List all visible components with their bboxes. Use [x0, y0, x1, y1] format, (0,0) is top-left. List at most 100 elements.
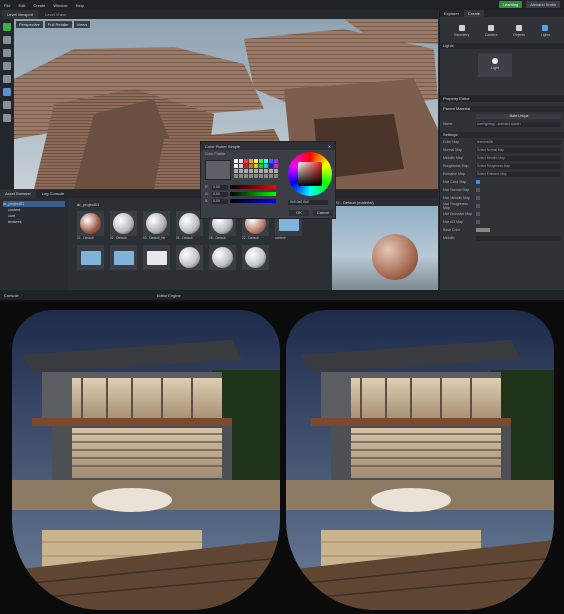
- saturation-square[interactable]: [298, 162, 322, 186]
- use-metallic-map-checkbox[interactable]: [476, 196, 480, 200]
- asset-item[interactable]: 01 - Default: [77, 211, 104, 241]
- settings-icon[interactable]: [3, 114, 11, 122]
- menu-edit[interactable]: Edit: [18, 3, 25, 8]
- camera-icon[interactable]: [3, 101, 11, 109]
- asset-name: [77, 270, 104, 275]
- material-preview-sphere: [372, 234, 418, 280]
- views-dropdown[interactable]: Views: [73, 21, 91, 28]
- tab-explorer[interactable]: Explorer: [440, 10, 463, 17]
- tab-level-view[interactable]: Level Vhew: [40, 10, 71, 19]
- create-lights[interactable]: Lights: [541, 25, 550, 37]
- use-ao-map-checkbox[interactable]: [476, 220, 480, 224]
- viewport-toolbar: Perspective Full Render Views: [14, 19, 92, 30]
- menu-help[interactable]: Help: [76, 3, 84, 8]
- menu-file[interactable]: File: [4, 3, 10, 8]
- normal-map-field[interactable]: Select Normal Map: [476, 147, 561, 153]
- use-roughness-map-checkbox[interactable]: [476, 204, 480, 208]
- asset-name: 02 - Default: [110, 236, 127, 240]
- red-value[interactable]: 0.00: [212, 184, 228, 190]
- ok-button[interactable]: OK: [289, 210, 309, 216]
- tab-create[interactable]: Create: [463, 10, 484, 17]
- light-bulb-icon: [492, 58, 498, 64]
- snap-icon[interactable]: [3, 88, 11, 96]
- asset-item[interactable]: 03 - Default_tile: [143, 211, 170, 241]
- user-menu[interactable]: Alexand Smith: [526, 1, 560, 8]
- light-tile[interactable]: Light: [478, 53, 512, 77]
- menu-create[interactable]: Create: [33, 3, 45, 8]
- use-color-map-checkbox[interactable]: [476, 180, 480, 184]
- name-field[interactable]: core/lighting/...standard.shader: [476, 121, 561, 127]
- property-row: Use Emissive Map: [440, 210, 564, 218]
- move-icon[interactable]: [3, 36, 11, 44]
- create-geometry[interactable]: Geometry: [454, 25, 469, 37]
- color-picker-titlebar[interactable]: Color Picker Simple ✕: [201, 142, 335, 150]
- render-mode-dropdown[interactable]: Full Render: [44, 21, 72, 28]
- asset-name: 04 - Default: [176, 236, 193, 240]
- scale-icon[interactable]: [3, 62, 11, 70]
- asset-thumbnail: [77, 245, 104, 270]
- play-icon[interactable]: [3, 23, 11, 31]
- editor-window: File Edit Create Window Help Learning Al…: [0, 0, 564, 300]
- material-sphere-icon: [245, 247, 266, 268]
- current-color-swatch: [205, 160, 231, 180]
- lights-section-header[interactable]: Lights: [440, 43, 564, 49]
- left-eye-render: [12, 310, 280, 610]
- asset-item[interactable]: 04 - Default: [176, 211, 203, 241]
- use-normal-map-checkbox[interactable]: [476, 188, 480, 192]
- console-tab[interactable]: Console: [4, 293, 19, 298]
- asset-item[interactable]: [176, 245, 203, 275]
- blue-slider[interactable]: [230, 199, 276, 203]
- cancel-button[interactable]: Cancel: [313, 210, 333, 216]
- tab-level-viewport[interactable]: Level Viewport: [2, 10, 39, 19]
- create-camera[interactable]: Camera: [485, 25, 497, 37]
- asset-thumbnail: [176, 245, 203, 270]
- make-unique-button[interactable]: Make Unique: [476, 113, 561, 119]
- red-slider[interactable]: [230, 185, 276, 189]
- learning-button[interactable]: Learning: [498, 1, 523, 8]
- metallic-field[interactable]: [476, 235, 561, 241]
- asset-item[interactable]: 02 - Default: [110, 211, 137, 241]
- base-color-swatch[interactable]: [476, 228, 490, 232]
- property-row: Use AO Map: [440, 218, 564, 226]
- green-value[interactable]: 0.00: [212, 191, 228, 197]
- rotate-icon[interactable]: [3, 49, 11, 57]
- rgb-sliders: R 0.00 G 0.00 B 0.00: [205, 184, 283, 205]
- color-wheel[interactable]: [288, 152, 332, 196]
- use-emissive-map-checkbox[interactable]: [476, 212, 480, 216]
- viewport-tabs: Level Viewport Level Vhew: [0, 10, 438, 19]
- material-sphere-icon: [179, 247, 200, 268]
- tree-item-textures[interactable]: textures: [3, 219, 65, 225]
- tab-asset-browser[interactable]: Asset Browser: [0, 190, 36, 198]
- menu-window[interactable]: Window: [53, 3, 67, 8]
- color-palette[interactable]: [234, 159, 278, 185]
- blue-value[interactable]: 0.00: [212, 198, 228, 204]
- camera-icon: [488, 25, 495, 31]
- preview-scene[interactable]: [332, 206, 438, 290]
- green-slider[interactable]: [230, 192, 276, 196]
- editor-engine-tab[interactable]: Editor Engine: [157, 293, 181, 298]
- asset-item[interactable]: [143, 245, 170, 275]
- color-map-field[interactable]: textures/tile: [476, 139, 561, 145]
- property-row: Metallic Map Select Metallic Map: [440, 154, 564, 162]
- create-objects[interactable]: Objects: [513, 25, 525, 37]
- asset-item[interactable]: [209, 245, 236, 275]
- material-sphere-icon: [113, 213, 134, 234]
- asset-name: content: [275, 236, 286, 240]
- tab-log-console[interactable]: Log Console: [37, 190, 69, 198]
- asset-thumbnail: [176, 211, 203, 236]
- asset-item[interactable]: [110, 245, 137, 275]
- asset-name: [143, 270, 170, 275]
- select-icon[interactable]: [3, 75, 11, 83]
- close-icon[interactable]: ✕: [328, 144, 331, 149]
- property-row: Emissive Map Select Emissive Map: [440, 170, 564, 178]
- perspective-dropdown[interactable]: Perspective: [16, 21, 43, 28]
- emissive-map-field[interactable]: Select Emissive Map: [476, 171, 561, 177]
- right-eye-render: [286, 310, 554, 610]
- roughness-map-field[interactable]: Select Roughness Map: [476, 163, 561, 169]
- asset-item[interactable]: [77, 245, 104, 275]
- status-bar: Console Editor Engine: [0, 290, 564, 300]
- metallic-map-field[interactable]: Select Metallic Map: [476, 155, 561, 161]
- asset-item[interactable]: [242, 245, 269, 275]
- hex-field[interactable]: 0x0 0x0 0x0: [288, 200, 328, 205]
- asset-thumbnail: [209, 245, 236, 270]
